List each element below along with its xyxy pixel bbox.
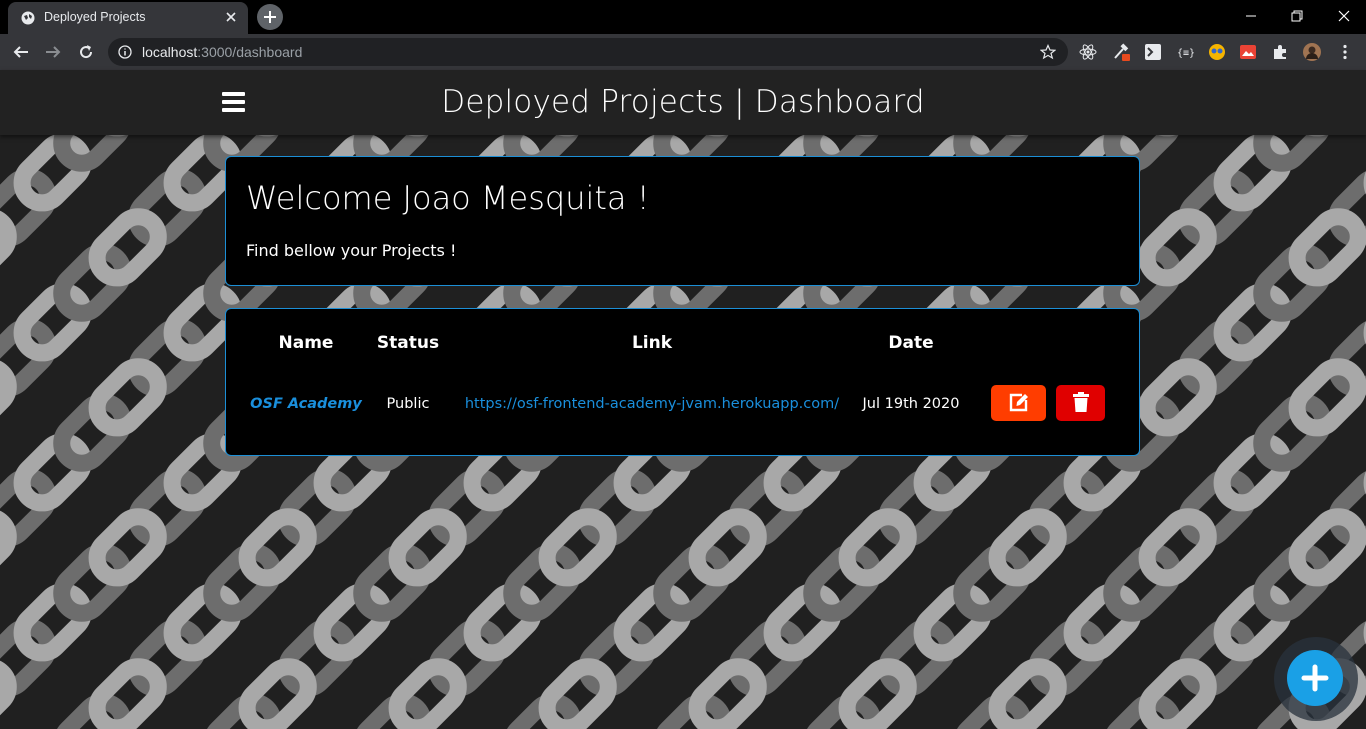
- welcome-card: Welcome Joao Mesquita ! Find bellow your…: [225, 156, 1140, 286]
- project-name-link[interactable]: OSF Academy: [250, 396, 362, 412]
- welcome-heading: Welcome Joao Mesquita !: [246, 179, 650, 217]
- column-header-link: Link: [631, 333, 673, 353]
- window-close-icon[interactable]: [1336, 8, 1352, 24]
- project-status: Public: [386, 396, 430, 412]
- browser-tabstrip: Deployed Projects: [0, 0, 1366, 34]
- edit-icon: [1009, 393, 1028, 411]
- globe-icon: [21, 11, 35, 25]
- project-date: Jul 19th 2020: [862, 396, 960, 412]
- close-icon[interactable]: [224, 10, 238, 24]
- edit-button[interactable]: [991, 385, 1046, 421]
- address-bar[interactable]: localhost:3000/dashboard: [108, 38, 1068, 66]
- delete-button[interactable]: [1056, 385, 1105, 421]
- reload-icon[interactable]: [77, 43, 95, 61]
- react-devtools-icon[interactable]: [1079, 43, 1097, 61]
- profile-avatar-icon[interactable]: [1303, 43, 1321, 61]
- app-header: Deployed Projects | Dashboard: [0, 70, 1366, 135]
- glasses-extension-icon[interactable]: [1208, 43, 1226, 61]
- page-title: Deployed Projects | Dashboard: [441, 84, 925, 120]
- add-project-button[interactable]: [1287, 650, 1343, 706]
- terminal-extension-icon[interactable]: [1144, 43, 1162, 61]
- browser-toolbar: localhost:3000/dashboard {≡}: [0, 34, 1366, 70]
- info-icon[interactable]: [118, 45, 132, 59]
- tab-title: Deployed Projects: [44, 10, 146, 24]
- project-url-link[interactable]: https://osf-frontend-academy-jvam.heroku…: [465, 396, 839, 412]
- minimize-icon[interactable]: [1243, 8, 1259, 24]
- back-arrow-icon[interactable]: [12, 43, 30, 61]
- column-header-status: Status: [376, 333, 440, 353]
- puzzle-extensions-icon[interactable]: [1271, 43, 1289, 61]
- trash-icon: [1072, 391, 1089, 412]
- column-header-date: Date: [888, 333, 934, 353]
- new-tab-button[interactable]: [257, 4, 283, 30]
- browser-tab[interactable]: Deployed Projects: [8, 2, 248, 34]
- plus-icon: [264, 11, 276, 23]
- restore-icon[interactable]: [1289, 8, 1305, 24]
- forward-arrow-icon[interactable]: [44, 43, 62, 61]
- more-menu-icon[interactable]: [1336, 43, 1354, 61]
- welcome-subtitle: Find bellow your Projects !: [246, 241, 457, 260]
- url-text[interactable]: localhost:3000/dashboard: [142, 44, 302, 60]
- svg-text:{≡}: {≡}: [1177, 48, 1194, 59]
- projects-table: Name Status Link Date OSF Academy Public…: [225, 308, 1140, 456]
- bookmark-star-icon[interactable]: [1040, 44, 1056, 60]
- plus-icon: [1301, 664, 1329, 692]
- column-header-name: Name: [278, 333, 334, 353]
- json-extension-icon[interactable]: {≡}: [1176, 43, 1194, 61]
- photo-extension-icon[interactable]: [1239, 43, 1257, 61]
- hammer-extension-icon[interactable]: [1112, 43, 1130, 61]
